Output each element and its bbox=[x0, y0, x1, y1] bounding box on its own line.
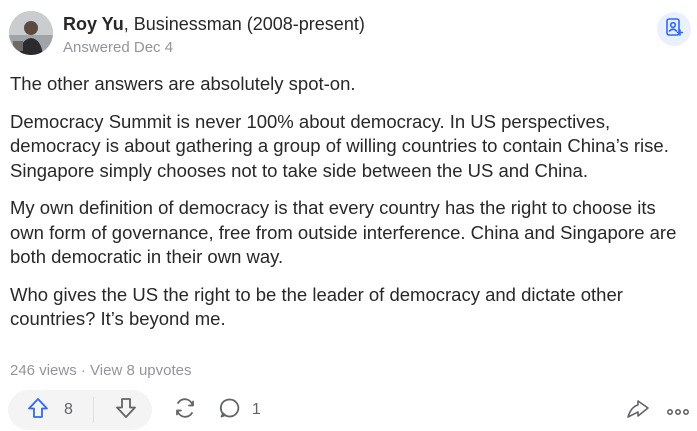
answered-date[interactable]: Answered Dec 4 bbox=[63, 38, 365, 58]
follow-button[interactable] bbox=[657, 12, 691, 46]
downvote-button[interactable] bbox=[114, 396, 138, 425]
author-line: Roy Yu, Businessman (2008-present) bbox=[63, 13, 365, 35]
share-button[interactable] bbox=[172, 395, 198, 426]
secondary-actions bbox=[625, 398, 689, 427]
comment-icon bbox=[218, 396, 242, 425]
author-name[interactable]: Roy Yu bbox=[63, 14, 124, 34]
more-icon[interactable] bbox=[666, 404, 689, 422]
view-upvotes-link[interactable]: View 8 upvotes bbox=[90, 362, 191, 379]
downvote-icon bbox=[114, 397, 138, 424]
answer-paragraph: Democracy Summit is never 100% about dem… bbox=[10, 110, 669, 181]
comment-count: 1 bbox=[251, 401, 261, 418]
author-credential[interactable]: , Businessman (2008-present) bbox=[124, 14, 365, 34]
action-bar: 8 1 bbox=[8, 390, 261, 430]
upvote-icon bbox=[26, 396, 50, 425]
views-count: 246 views bbox=[10, 362, 77, 379]
share-icon bbox=[172, 395, 198, 426]
comment-button[interactable]: 1 bbox=[218, 396, 261, 425]
follow-icon bbox=[664, 17, 684, 42]
vote-divider bbox=[92, 397, 94, 423]
vote-pill: 8 bbox=[8, 390, 152, 430]
answer-paragraph: Who gives the US the right to be the lea… bbox=[10, 283, 623, 330]
answer-card: Roy Yu, Businessman (2008-present) Answe… bbox=[0, 0, 697, 431]
forward-icon[interactable] bbox=[625, 398, 651, 427]
answer-header: Roy Yu, Businessman (2008-present) Answe… bbox=[9, 11, 365, 57]
avatar[interactable] bbox=[9, 11, 53, 55]
answer-body: The other answers are absolutely spot-on… bbox=[10, 72, 690, 345]
stats-separator: · bbox=[76, 362, 91, 379]
answer-paragraph: The other answers are absolutely spot-on… bbox=[10, 73, 356, 94]
answer-stats: 246 views · View 8 upvotes bbox=[10, 362, 192, 379]
upvote-button[interactable]: 8 bbox=[26, 396, 93, 425]
author-meta: Roy Yu, Businessman (2008-present) Answe… bbox=[63, 11, 365, 58]
answer-paragraph: My own definition of democracy is that e… bbox=[10, 197, 677, 267]
upvote-count: 8 bbox=[64, 401, 73, 418]
